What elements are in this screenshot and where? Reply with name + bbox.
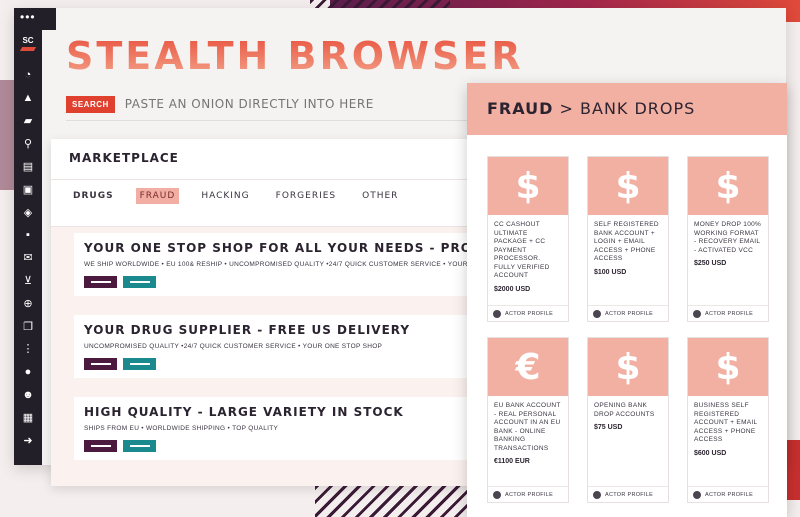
logout-icon[interactable]: ➜ <box>14 429 42 452</box>
product-card[interactable]: € EU BANK ACCOUNT - REAL PERSONAL ACCOUN… <box>487 337 569 503</box>
chat-icon[interactable]: ✉ <box>14 246 42 269</box>
listing-view-button[interactable] <box>84 358 117 370</box>
listing-item[interactable]: YOUR DRUG SUPPLIER - FREE US DELIVERY UN… <box>74 315 494 378</box>
category-tabs: DRUGS FRAUD HACKING FORGERIES OTHER <box>69 188 463 204</box>
avatar-icon <box>693 490 701 499</box>
tab-forgeries[interactable]: FORGERIES <box>272 188 340 204</box>
listing-contact-button[interactable] <box>123 276 156 288</box>
listing-title[interactable]: YOUR DRUG SUPPLIER - FREE US DELIVERY <box>84 323 484 337</box>
tab-hacking[interactable]: HACKING <box>197 188 253 204</box>
search-button[interactable]: SEARCH <box>66 95 115 113</box>
product-description: EU BANK ACCOUNT - REAL PERSONAL ACCOUNT … <box>494 402 561 452</box>
avatar-icon <box>493 309 501 318</box>
user-icon[interactable]: ☻ <box>14 383 42 406</box>
avatar-icon <box>493 490 501 499</box>
copy-icon[interactable]: ❐ <box>14 315 42 338</box>
actor-profile-link[interactable]: ACTOR PROFILE <box>588 305 668 321</box>
product-description: MONEY DROP 100% WORKING FORMAT - RECOVER… <box>694 221 762 254</box>
monitor-icon[interactable]: ▣ <box>14 178 42 201</box>
listing-subtitle: WE SHIP WORLDWIDE • EU 100& RESHIP • UNC… <box>84 261 476 268</box>
dashboard-icon[interactable]: ◔ <box>14 64 42 87</box>
breadcrumb-subcategory: BANK DROPS <box>580 99 696 118</box>
listing-subtitle: UNCOMPROMISED QUALITY •24/7 QUICK CUSTOM… <box>84 343 383 350</box>
tab-drugs[interactable]: DRUGS <box>69 188 118 204</box>
avatar-icon <box>593 309 601 318</box>
search-bar: SEARCH <box>66 92 466 116</box>
tab-fraud[interactable]: FRAUD <box>135 188 180 204</box>
breadcrumb-category[interactable]: FRAUD <box>487 99 553 118</box>
dollar-icon: $ <box>688 157 768 215</box>
product-price: $100 USD <box>594 268 627 276</box>
tab-other[interactable]: OTHER <box>358 188 402 204</box>
product-card[interactable]: $ OPENING BANK DROP ACCOUNTS $75 USD ACT… <box>587 337 669 503</box>
actor-profile-link[interactable]: ACTOR PROFILE <box>488 486 568 502</box>
dollar-icon: $ <box>488 157 568 215</box>
logo[interactable]: SC <box>18 36 38 58</box>
listing-subtitle: SHIPS FROM EU • WORLDWIDE SHIPPING • TOP… <box>84 425 279 432</box>
onion-icon[interactable]: ◈ <box>14 201 42 224</box>
background-stripes-top <box>310 0 450 8</box>
product-price: $600 USD <box>694 449 727 457</box>
listing-title[interactable]: YOUR ONE STOP SHOP FOR ALL YOUR NEEDS - … <box>84 241 484 255</box>
lock-icon[interactable]: ▪ <box>14 224 42 247</box>
euro-icon: € <box>488 338 568 396</box>
divider <box>51 179 481 180</box>
marketplace-title: MARKETPLACE <box>69 151 179 165</box>
actor-profile-link[interactable]: ACTOR PROFILE <box>688 486 768 502</box>
logo-text: SC <box>22 36 34 45</box>
product-price: €1100 EUR <box>494 458 530 465</box>
book-icon[interactable]: ▤ <box>14 155 42 178</box>
dollar-icon: $ <box>688 338 768 396</box>
fraud-panel: FRAUD > BANK DROPS $ CC CASHOUT ULTIMATE… <box>467 83 787 517</box>
listing-view-button[interactable] <box>84 276 117 288</box>
avatar-icon <box>693 309 701 318</box>
traffic-light-icon[interactable]: ⋮ <box>14 338 42 361</box>
avatar-icon <box>593 490 601 499</box>
listing-view-button[interactable] <box>84 440 117 452</box>
cart-icon[interactable]: ⊻ <box>14 269 42 292</box>
background-stripes-bottom <box>315 486 475 517</box>
listing-item[interactable]: YOUR ONE STOP SHOP FOR ALL YOUR NEEDS - … <box>74 233 494 296</box>
folder-icon[interactable]: ▰ <box>14 110 42 133</box>
dollar-icon: $ <box>588 157 668 215</box>
crosshair-icon[interactable]: ⊕ <box>14 292 42 315</box>
product-price: $250 USD <box>694 260 727 267</box>
actor-profile-link[interactable]: ACTOR PROFILE <box>588 486 668 502</box>
actor-profile-link[interactable]: ACTOR PROFILE <box>688 305 768 321</box>
message-icon[interactable]: ● <box>14 360 42 383</box>
listing-title[interactable]: HIGH QUALITY - LARGE VARIETY IN STOCK <box>84 405 484 419</box>
app-title: STEALTH BROWSER <box>66 34 524 78</box>
product-card[interactable]: $ MONEY DROP 100% WORKING FORMAT - RECOV… <box>687 156 769 322</box>
product-price: $75 USD <box>594 424 623 431</box>
building-icon[interactable]: ▦ <box>14 406 42 429</box>
search-input[interactable] <box>124 97 445 111</box>
listing-contact-button[interactable] <box>123 440 156 452</box>
product-description: CC CASHOUT ULTIMATE PACKAGE + CC PAYMENT… <box>494 221 550 279</box>
product-description: OPENING BANK DROP ACCOUNTS <box>594 402 655 418</box>
dollar-icon: $ <box>588 338 668 396</box>
product-card[interactable]: $ BUSINESS SELF REGISTERED ACCOUNT + EMA… <box>687 337 769 503</box>
breadcrumb-separator: > <box>559 99 574 118</box>
marketplace-panel: MARKETPLACE DRUGS FRAUD HACKING FORGERIE… <box>51 139 494 486</box>
sidebar: SC ◔ ▲ ▰ ⚲ ▤ ▣ ◈ ▪ ✉ ⊻ ⊕ ❐ ⋮ ● ☻ ▦ ➜ <box>14 30 42 465</box>
marketplace-header: MARKETPLACE DRUGS FRAUD HACKING FORGERIE… <box>51 139 481 227</box>
product-description: BUSINESS SELF REGISTERED ACCOUNT + EMAIL… <box>694 402 758 443</box>
product-price: $2000 USD <box>494 285 531 293</box>
listing-contact-button[interactable] <box>123 358 156 370</box>
bell-icon[interactable]: ▲ <box>14 87 42 110</box>
fraud-breadcrumb: FRAUD > BANK DROPS <box>467 83 787 135</box>
search-icon[interactable]: ⚲ <box>14 132 42 155</box>
actor-profile-link[interactable]: ACTOR PROFILE <box>488 305 568 321</box>
product-card[interactable]: $ SELF REGISTERED BANK ACCOUNT + LOGIN +… <box>587 156 669 322</box>
listing-item[interactable]: HIGH QUALITY - LARGE VARIETY IN STOCK SH… <box>74 397 494 460</box>
search-underline <box>66 120 486 121</box>
product-card[interactable]: $ CC CASHOUT ULTIMATE PACKAGE + CC PAYME… <box>487 156 569 322</box>
logo-slash <box>19 47 37 51</box>
product-description: SELF REGISTERED BANK ACCOUNT + LOGIN + E… <box>594 221 659 262</box>
